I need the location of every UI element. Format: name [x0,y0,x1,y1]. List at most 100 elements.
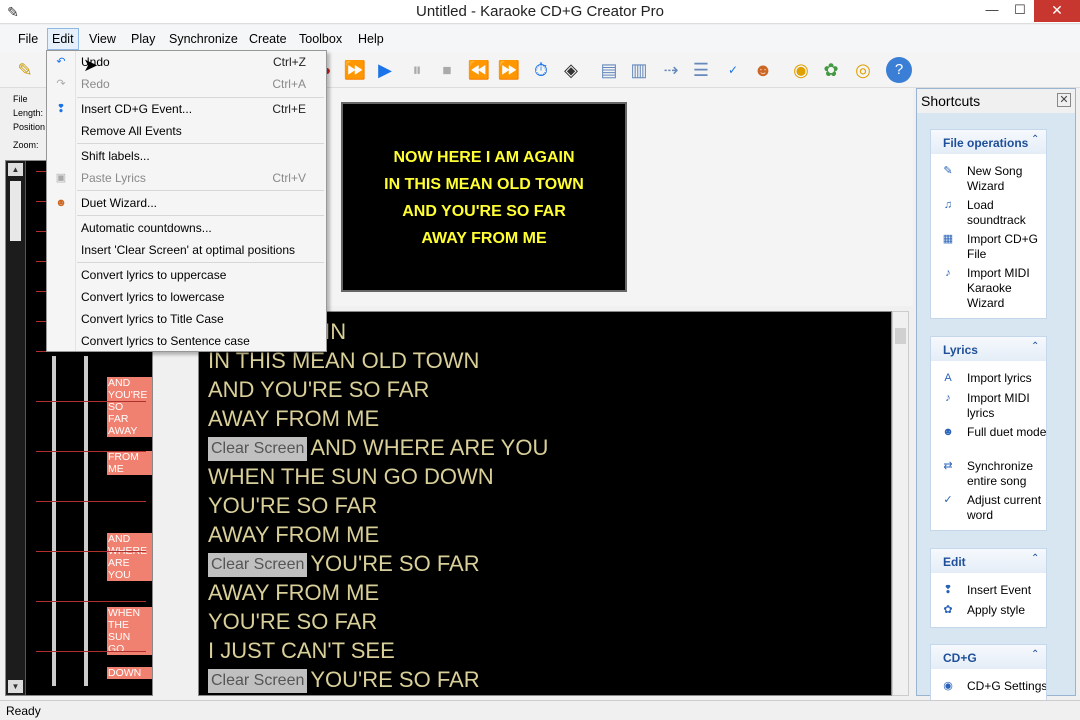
menu-item-automatic-countdowns[interactable]: Automatic countdowns... [47,217,326,239]
duet-icon: ☻ [942,426,954,438]
minimize-button[interactable]: — [978,0,1006,22]
shortcut-group-header[interactable]: File operations ⌃ [931,130,1046,154]
menu-item-paste-lyrics[interactable]: ▣ Paste Lyrics Ctrl+V [47,167,326,189]
edit-dropdown-menu: ↶ Undo Ctrl+Z ↷ Redo Ctrl+A ❢ Insert CD+… [46,50,327,352]
shortcut-item-label: Import CD+G File [967,232,1039,261]
menu-view[interactable]: View [85,28,120,50]
scroll-down-icon[interactable]: ▼ [8,680,23,693]
close-button[interactable]: ✕ [1034,0,1080,22]
shortcut-group-header[interactable]: Edit ⌃ [931,549,1046,573]
menu-edit[interactable]: Edit [47,28,79,50]
menu-item-lowercase[interactable]: Convert lyrics to lowercase [47,286,326,308]
help-icon[interactable]: ? [886,57,912,83]
timeline-word[interactable]: ARE [107,557,152,569]
lyrics-text: AWAY FROM ME [208,522,380,547]
lyrics-line[interactable]: Clear Screen YOU'RE SO FAR [208,549,480,578]
export-icon[interactable]: ⇢ [658,57,684,83]
palette-icon[interactable]: ✿ [818,57,844,83]
menu-help[interactable]: Help [354,28,388,50]
lyrics-line[interactable]: YOU'RE SO FAR [208,607,377,636]
timeline-scroll-thumb[interactable] [10,181,21,241]
timeline-word[interactable]: DOWN [107,667,152,679]
timeline-word[interactable]: ME [107,463,152,475]
import-icon[interactable]: ▥ [626,57,652,83]
timeline-word[interactable]: AWAY [107,425,152,437]
spellcheck-icon[interactable]: ✓ [720,57,746,83]
close-icon[interactable]: ✕ [1057,93,1071,107]
lyrics-line[interactable]: AWAY FROM ME [208,520,379,549]
lyrics-text: I JUST CAN'T SEE [208,638,395,663]
document-icon[interactable]: ▤ [596,57,622,83]
menu-item-sentence-case[interactable]: Convert lyrics to Sentence case [47,330,326,352]
burn-icon[interactable]: ◎ [850,57,876,83]
waveform-right [84,356,88,686]
lyrics-line[interactable]: AWAY FROM ME [208,404,379,433]
mouse-cursor-icon: ➤ [83,55,99,75]
pause-icon[interactable]: ⏸ [404,57,430,83]
menu-item-duet-wizard[interactable]: ☻ Duet Wizard... [47,192,326,214]
timeline-word[interactable]: FAR [107,413,152,425]
preview-line: IN THIS MEAN OLD TOWN [384,176,584,193]
collapse-icon[interactable]: ⌃ [1031,649,1039,660]
scroll-up-icon[interactable]: ▲ [8,163,23,176]
paste-icon: ▣ [55,172,67,184]
shortcut-group-header[interactable]: CD+G ⌃ [931,645,1046,669]
lyrics-line[interactable]: I JUST CAN'T SEE [208,636,395,665]
menu-synchronize[interactable]: Synchronize [165,28,242,50]
clear-screen-event[interactable]: Clear Screen [208,553,308,578]
timeline-word[interactable]: GO [107,643,152,655]
lyrics-line[interactable]: Clear Screen YOU'RE SO FAR [208,665,480,694]
redo-icon: ↷ [56,78,66,90]
collapse-icon[interactable]: ⌃ [1031,134,1039,145]
menu-item-insert-event[interactable]: ❢ Insert CD+G Event... Ctrl+E [47,98,326,120]
timeline-word[interactable]: THE [107,619,152,631]
menu-item-remove-all-events[interactable]: Remove All Events [47,120,326,142]
fast-play-icon[interactable]: ⏩ [342,57,368,83]
wizard-icon[interactable]: ✎ [12,57,38,83]
clear-screen-event[interactable]: Clear Screen [208,437,308,462]
stop-icon[interactable]: ⏹ [434,57,460,83]
shortcut-group: File operations ⌃ ✎ New Song Wizard ♫ Load so… [930,129,1047,319]
lyrics-line[interactable]: AWAY FROM ME [208,578,379,607]
menu-file[interactable]: File [14,28,42,50]
menu-item-uppercase[interactable]: Convert lyrics to uppercase [47,264,326,286]
collapse-icon[interactable]: ⌃ [1031,341,1039,352]
lyrics-line[interactable]: WHEN THE SUN GO DOWN [208,462,494,491]
lyrics-scroll-thumb[interactable] [895,328,906,344]
timeline-word[interactable]: AND [107,533,152,545]
timeline-word[interactable]: YOU'RE [107,389,152,401]
volume-icon[interactable]: ◈ [558,57,584,83]
timeline-word[interactable]: SUN [107,631,152,643]
maximize-button[interactable]: ☐ [1006,0,1034,22]
menu-item-insert-clear-screen[interactable]: Insert 'Clear Screen' at optimal positio… [47,239,326,261]
timeline-word[interactable]: AND [107,377,152,389]
play-icon[interactable]: ▶ [372,57,398,83]
collapse-icon[interactable]: ⌃ [1031,553,1039,564]
lyrics-editor[interactable]: E I AM AGAININ THIS MEAN OLD TOWNAND YOU… [198,311,892,696]
menu-item-shift-labels[interactable]: Shift labels... [47,145,326,167]
stopwatch-icon[interactable]: ⏱ [528,57,554,83]
timeline-word[interactable]: SO [107,401,152,413]
menu-toolbox[interactable]: Toolbox [295,28,346,50]
duet-icon[interactable]: ☻ [750,57,776,83]
lyrics-line[interactable]: AND YOU'RE SO FAR [208,375,429,404]
forward-icon[interactable]: ⏩ [496,57,522,83]
timeline-scrollbar[interactable]: ▲ ▼ [6,161,26,695]
list-icon[interactable]: ☰ [688,57,714,83]
timeline-word[interactable]: YOU [107,569,152,581]
style-icon: ✿ [943,604,953,616]
import-lyrics-icon: A [944,372,952,384]
lyrics-text: AND YOU'RE SO FAR [208,377,430,402]
menu-play[interactable]: Play [127,28,159,50]
timeline-word[interactable]: WHEN [107,607,152,619]
menu-create[interactable]: Create [245,28,291,50]
rewind-icon[interactable]: ⏪ [466,57,492,83]
lyrics-scrollbar[interactable] [892,311,909,696]
lyrics-line[interactable]: Clear Screen AND WHERE ARE YOU [208,433,548,462]
clear-screen-event[interactable]: Clear Screen [208,669,308,694]
disc-icon[interactable]: ◉ [788,57,814,83]
timeline-word[interactable]: FROM [107,451,152,463]
menu-item-title-case[interactable]: Convert lyrics to Title Case [47,308,326,330]
lyrics-line[interactable]: YOU'RE SO FAR [208,491,377,520]
shortcut-group-header[interactable]: Lyrics ⌃ [931,337,1046,361]
